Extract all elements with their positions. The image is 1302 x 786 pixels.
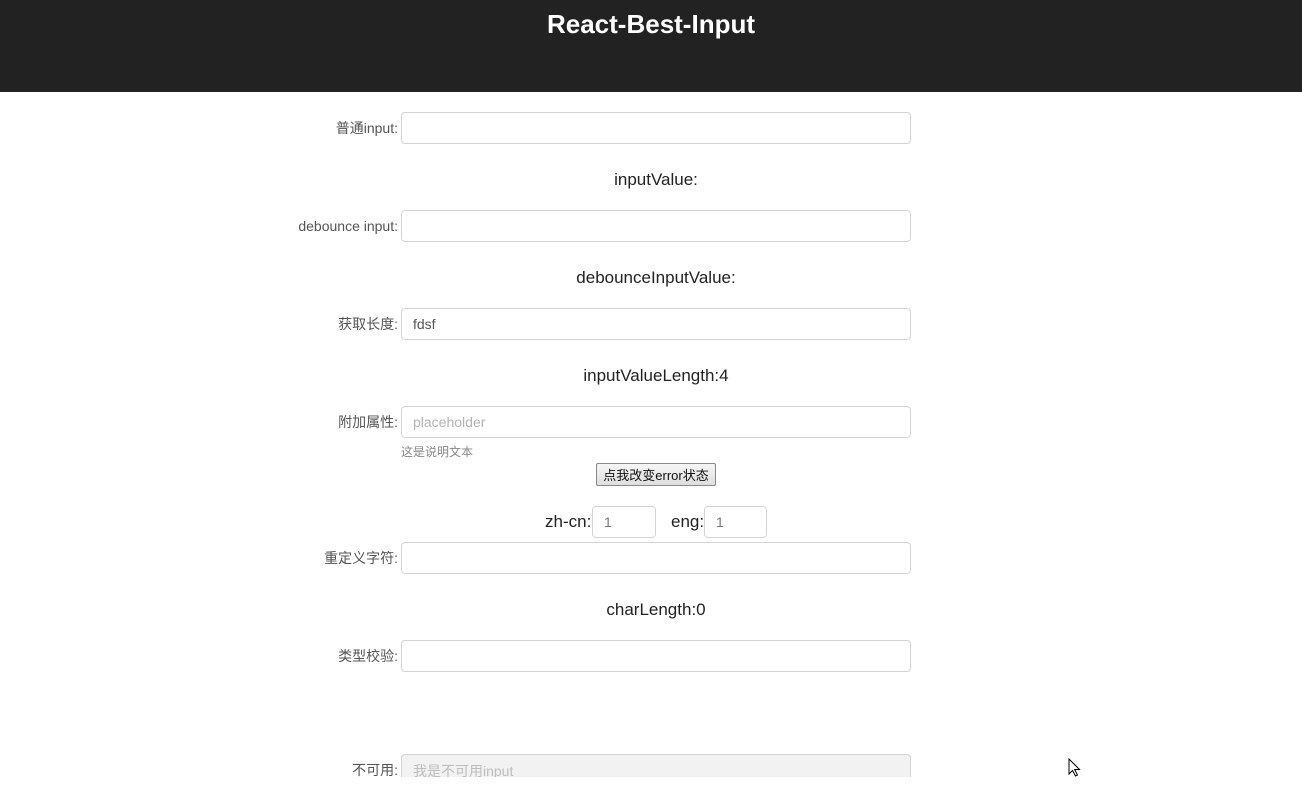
length-input-label: 获取长度: — [338, 316, 398, 332]
debounce-value-display: debounceInputValue: — [576, 268, 736, 287]
help-text: 这是说明文本 — [401, 445, 474, 459]
zh-cn-label: zh-cn: — [545, 512, 592, 531]
disabled-input[interactable] — [401, 754, 911, 777]
charset-input-label: 重定义字符: — [324, 550, 398, 566]
eng-weight-input[interactable] — [704, 506, 767, 538]
eng-label: eng: — [671, 512, 705, 531]
debounce-input[interactable] — [401, 210, 911, 242]
debounce-input-label: debounce input: — [298, 218, 398, 234]
input-value-display: inputValue: — [614, 170, 698, 189]
page-title: React-Best-Input — [546, 9, 755, 39]
charset-input[interactable] — [401, 542, 911, 574]
mouse-pointer-icon — [1068, 758, 1081, 777]
normal-input-label: 普通input: — [335, 120, 398, 136]
normal-input[interactable] — [401, 112, 911, 144]
extra-attr-input[interactable] — [401, 406, 911, 438]
length-input[interactable] — [401, 308, 911, 340]
toggle-error-button[interactable]: 点我改变error状态 — [596, 463, 716, 486]
extra-attr-input-label: 附加属性: — [338, 414, 398, 430]
char-length-display: charLength:0 — [606, 600, 706, 619]
type-check-input-label: 类型校验: — [338, 648, 398, 664]
app-header: React-Best-Input — [0, 0, 1302, 92]
disabled-input-label: 不可用: — [352, 762, 398, 778]
zh-cn-weight-input[interactable] — [592, 506, 656, 538]
input-value-length-display: inputValueLength:4 — [583, 366, 729, 385]
type-check-input[interactable] — [401, 640, 911, 672]
